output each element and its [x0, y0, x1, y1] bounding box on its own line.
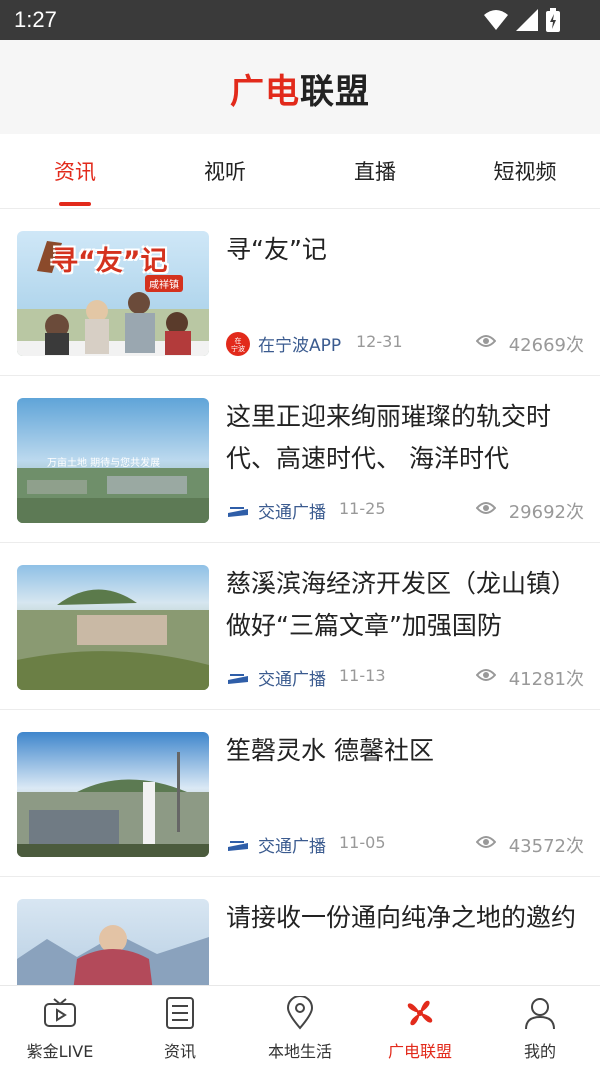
app-header: 广电联盟 — [0, 40, 600, 134]
news-title[interactable]: 笙磬灵水 德馨社区 — [226, 730, 581, 772]
news-thumbnail: 寻“友”记 咸祥镇 — [17, 231, 209, 356]
thumb-caption: 万亩土地 期待与您共发展 — [47, 458, 161, 469]
news-thumbnail — [17, 899, 209, 985]
status-bar: 1:27 — [0, 0, 600, 40]
news-meta: 交通广播 11-13 41281次 — [226, 664, 584, 690]
svg-text:在: 在 — [235, 336, 242, 345]
news-thumbnail: 万亩土地 期待与您共发展 — [17, 398, 209, 523]
news-item[interactable]: 万亩土地 期待与您共发展 这里正迎来绚丽璀璨的轨交时代、高速时代、 海洋时代 交… — [0, 376, 600, 543]
nav-local-life[interactable]: 本地生活 — [240, 986, 360, 1066]
active-tab-indicator — [59, 202, 91, 206]
news-list-icon — [166, 997, 194, 1029]
news-meta: 交通广播 11-25 29692次 — [226, 497, 584, 523]
news-source[interactable]: 交通广播 — [258, 665, 326, 690]
news-source[interactable]: 在宁波APP — [258, 331, 341, 356]
views-eye-icon — [476, 335, 496, 347]
news-date: 11-25 — [339, 499, 386, 518]
views-eye-icon — [476, 669, 496, 681]
news-item[interactable]: 慈溪滨海经济开发区（龙山镇）做好“三篇文章”加强国防 交通广播 11-13 41… — [0, 543, 600, 710]
alliance-logo-icon — [407, 1000, 433, 1026]
news-meta: 在宁波 在宁波APP 12-31 42669次 — [226, 330, 584, 356]
news-date: 11-05 — [339, 833, 386, 852]
svg-text:宁波: 宁波 — [231, 344, 245, 353]
news-thumbnail — [17, 732, 209, 857]
person-icon — [525, 998, 555, 1030]
tab-short-video[interactable]: 短视频 — [450, 156, 600, 186]
news-item[interactable]: 寻“友”记 咸祥镇 寻“友”记 在宁波 在宁波APP 12-31 42669次 — [0, 209, 600, 376]
news-title[interactable]: 慈溪滨海经济开发区（龙山镇）做好“三篇文章”加强国防 — [226, 563, 581, 647]
news-title[interactable]: 寻“友”记 — [226, 229, 581, 271]
zainingbo-logo-icon: 在宁波 — [226, 332, 250, 356]
news-views: 42669次 — [508, 335, 584, 356]
nav-label: 本地生活 — [267, 1042, 332, 1061]
news-date: 11-13 — [339, 666, 386, 685]
news-list: 寻“友”记 咸祥镇 寻“友”记 在宁波 在宁波APP 12-31 42669次 … — [0, 209, 600, 985]
wifi-icon — [484, 10, 508, 30]
news-item[interactable]: 笙磬灵水 德馨社区 交通广播 11-05 43572次 — [0, 710, 600, 877]
news-item[interactable]: 请接收一份通向纯净之地的邀约 — [0, 877, 600, 985]
news-thumbnail — [17, 565, 209, 690]
nav-label: 广电联盟 — [387, 1042, 452, 1061]
nav-zijin-live[interactable]: 紫金LIVE — [0, 986, 120, 1066]
news-source[interactable]: 交通广播 — [258, 498, 326, 523]
nav-alliance[interactable]: 广电联盟 — [360, 986, 480, 1066]
news-views: 41281次 — [508, 669, 584, 690]
news-views: 43572次 — [508, 836, 584, 857]
signal-icon — [516, 9, 538, 31]
news-date: 12-31 — [356, 332, 403, 351]
tv-play-icon — [44, 998, 76, 1027]
bottom-navigation: 紫金LIVE 资讯 本地生活 广电联盟 我的 — [0, 985, 600, 1066]
news-title[interactable]: 请接收一份通向纯净之地的邀约 — [226, 897, 581, 939]
battery-icon — [546, 8, 560, 32]
news-source[interactable]: 交通广播 — [258, 832, 326, 857]
news-title[interactable]: 这里正迎来绚丽璀璨的轨交时代、高速时代、 海洋时代 — [226, 396, 581, 480]
tab-news[interactable]: 资讯 — [0, 156, 150, 186]
category-tabs: 资讯 视听 直播 短视频 — [0, 134, 600, 209]
nav-label: 紫金LIVE — [26, 1042, 94, 1061]
traffic-radio-logo-icon — [228, 841, 248, 851]
nav-label: 资讯 — [163, 1042, 196, 1061]
app-logo: 广电联盟 — [230, 72, 370, 112]
tab-audiovisual[interactable]: 视听 — [150, 156, 300, 186]
nav-label: 我的 — [523, 1042, 556, 1061]
status-time: 1:27 — [14, 7, 57, 32]
traffic-radio-logo-icon — [228, 507, 248, 517]
views-eye-icon — [476, 502, 496, 514]
nav-news[interactable]: 资讯 — [120, 986, 240, 1066]
views-eye-icon — [476, 836, 496, 848]
nav-mine[interactable]: 我的 — [480, 986, 600, 1066]
thumb-caption: 寻“友”记 — [51, 246, 168, 277]
traffic-radio-logo-icon — [228, 674, 248, 684]
location-pin-icon — [286, 996, 314, 1030]
thumb-badge: 咸祥镇 — [145, 275, 183, 292]
news-views: 29692次 — [508, 502, 584, 523]
tab-live[interactable]: 直播 — [300, 156, 450, 186]
news-meta: 交通广播 11-05 43572次 — [226, 831, 584, 857]
